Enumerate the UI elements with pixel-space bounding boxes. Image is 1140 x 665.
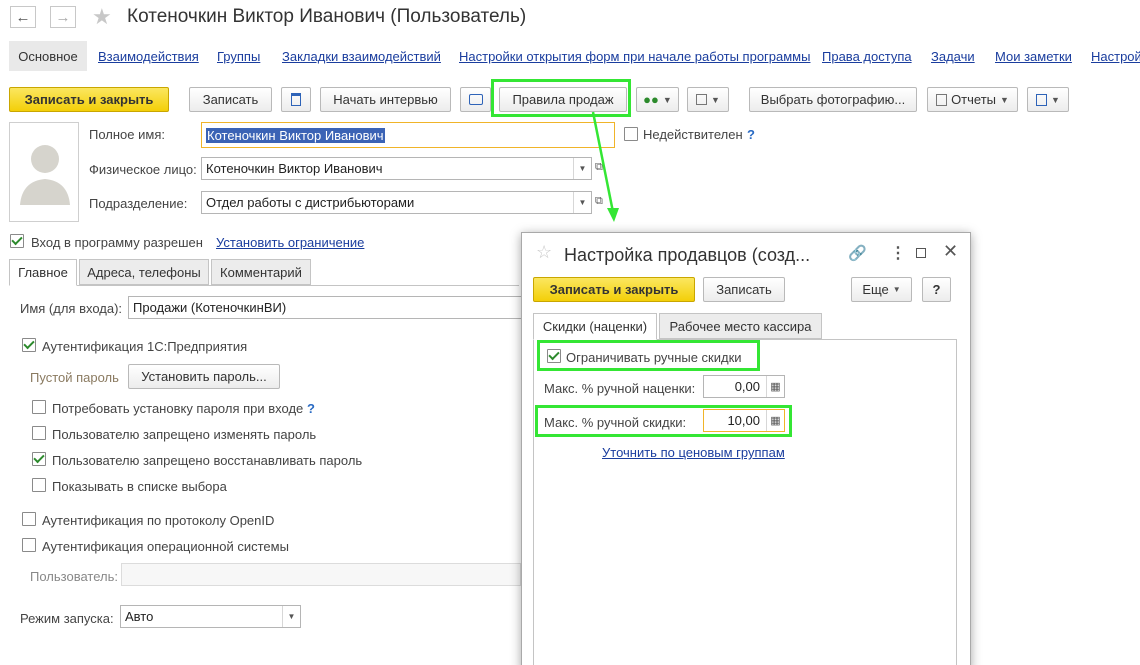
close-icon[interactable]: ✕	[943, 241, 958, 262]
empty-password-label: Пустой пароль	[30, 370, 119, 385]
os-user-label: Пользователь:	[30, 569, 118, 584]
require-password-checkbox[interactable]	[32, 400, 46, 414]
back-button[interactable]: ←	[10, 6, 36, 28]
comment-icon	[468, 94, 483, 105]
show-in-list-checkbox[interactable]	[32, 478, 46, 492]
department-label: Подразделение:	[89, 196, 188, 211]
inactive-label: Недействителен	[643, 127, 743, 142]
reports-icon	[936, 93, 948, 106]
avatar[interactable]	[9, 122, 79, 222]
sales-settings-dialog: ☆ Настройка продавцов (созд... 🔗 ⋮ ✕ Зап…	[521, 232, 971, 665]
chevron-down-icon: ▼	[1051, 94, 1060, 105]
price-groups-link[interactable]: Уточнить по ценовым группам	[602, 445, 785, 460]
connector-arrow	[591, 111, 619, 222]
calendar-icon	[696, 94, 708, 105]
tab-cashier-workplace[interactable]: Рабочее место кассира	[659, 313, 822, 339]
require-password-label: Потребовать установку пароля при входе	[52, 401, 304, 416]
person-label: Физическое лицо:	[89, 162, 197, 177]
users-dropdown-button[interactable]: ●● ▼	[636, 87, 679, 112]
os-user-input	[121, 563, 521, 586]
link-icon[interactable]: 🔗	[848, 244, 867, 262]
auth-os-checkbox[interactable]	[22, 538, 36, 552]
auth-openid-label: Аутентификация по протоколу OpenID	[42, 513, 275, 528]
full-name-input[interactable]: Котеночкин Виктор Иванович	[201, 122, 615, 148]
chevron-down-icon[interactable]: ▼	[282, 606, 300, 627]
reports-button[interactable]: Отчеты ▼	[927, 87, 1018, 112]
department-field[interactable]: Отдел работы с дистрибьюторами ▼	[201, 191, 592, 214]
full-name-label: Полное имя:	[89, 127, 165, 142]
calculator-icon[interactable]: ▦	[766, 376, 784, 397]
dialog-title: Настройка продавцов (созд...	[564, 245, 811, 265]
forbid-change-password-checkbox[interactable]	[32, 426, 46, 440]
set-password-button[interactable]: Установить пароль...	[128, 364, 280, 389]
arrow-left-icon: ←	[15, 8, 31, 26]
tab-bookmarks[interactable]: Закладки взаимодействий	[282, 49, 441, 64]
forbid-change-password-label: Пользователю запрещено изменять пароль	[52, 427, 317, 442]
launch-mode-select[interactable]: Авто ▼	[120, 605, 301, 628]
comment-button[interactable]	[460, 87, 491, 112]
list-icon	[291, 93, 301, 106]
auth-1c-checkbox[interactable]	[22, 338, 36, 352]
chevron-down-icon: ▼	[1000, 94, 1009, 105]
show-in-list-label: Показывать в списке выбора	[52, 479, 227, 494]
tab-startup-forms[interactable]: Настройки открытия форм при начале работ…	[459, 49, 810, 64]
choose-photo-button[interactable]: Выбрать фотографию...	[749, 87, 917, 112]
dialog-more-button[interactable]: Еще ▼	[851, 277, 912, 302]
chevron-down-icon: ▼	[892, 285, 901, 294]
limit-discounts-highlight	[537, 340, 760, 371]
arrow-right-icon: →	[55, 8, 71, 26]
chevron-down-icon: ▼	[662, 94, 672, 105]
schedule-dropdown-button[interactable]: ▼	[687, 87, 729, 112]
save-button[interactable]: Записать	[189, 87, 272, 112]
dialog-help-button[interactable]: ?	[922, 277, 951, 302]
login-name-input[interactable]: Продажи (КотеночкинВИ)	[128, 296, 528, 319]
star-icon[interactable]: ★	[92, 4, 112, 30]
login-allowed-checkbox[interactable]	[10, 234, 24, 248]
help-icon[interactable]: ?	[307, 401, 315, 416]
star-icon[interactable]: ☆	[536, 242, 552, 263]
forbid-restore-password-label: Пользователю запрещено восстанавливать п…	[52, 453, 363, 468]
tab-settings[interactable]: Настрой	[1091, 49, 1140, 64]
forward-button[interactable]: →	[50, 6, 76, 28]
dialog-save-close-button[interactable]: Записать и закрыть	[533, 277, 695, 302]
help-icon[interactable]: ?	[747, 127, 755, 142]
maximize-icon[interactable]	[916, 248, 926, 258]
tab-general[interactable]: Главное	[9, 259, 77, 286]
tab-notes[interactable]: Мои заметки	[995, 49, 1072, 64]
tab-main[interactable]: Основное	[9, 41, 87, 71]
auth-1c-label: Аутентификация 1С:Предприятия	[42, 339, 248, 354]
save-close-button[interactable]: Записать и закрыть	[9, 87, 169, 112]
dialog-save-button[interactable]: Записать	[703, 277, 785, 302]
inner-tabs-line	[9, 285, 519, 286]
tab-addresses[interactable]: Адреса, телефоны	[79, 259, 209, 285]
export-icon	[1036, 93, 1048, 106]
tab-comment[interactable]: Комментарий	[211, 259, 311, 285]
user-silhouette-icon	[20, 145, 70, 205]
auth-os-label: Аутентификация операционной системы	[42, 539, 289, 554]
tab-access-rights[interactable]: Права доступа	[822, 49, 912, 64]
chevron-down-icon: ▼	[711, 94, 720, 105]
max-discount-highlight	[535, 405, 792, 437]
person-field[interactable]: Котеночкин Виктор Иванович ▼	[201, 157, 592, 180]
auth-openid-checkbox[interactable]	[22, 512, 36, 526]
more-menu-icon[interactable]: ⋮	[890, 243, 906, 263]
inactive-checkbox[interactable]	[624, 127, 638, 141]
tab-tasks[interactable]: Задачи	[931, 49, 975, 64]
set-restriction-link[interactable]: Установить ограничение	[216, 235, 364, 250]
tab-groups[interactable]: Группы	[217, 49, 260, 64]
login-allowed-label: Вход в программу разрешен	[31, 235, 203, 250]
max-markup-input[interactable]: 0,00 ▦	[703, 375, 785, 398]
page-title: Котеночкин Виктор Иванович (Пользователь…	[127, 6, 527, 27]
max-markup-label: Макс. % ручной наценки:	[544, 381, 696, 396]
export-dropdown-button[interactable]: ▼	[1027, 87, 1069, 112]
users-icon: ●●	[643, 92, 659, 107]
login-name-label: Имя (для входа):	[20, 301, 123, 316]
start-interview-button[interactable]: Начать интервью	[320, 87, 451, 112]
tab-discounts[interactable]: Скидки (наценки)	[533, 313, 657, 340]
document-list-button[interactable]	[281, 87, 311, 112]
forbid-restore-password-checkbox[interactable]	[32, 452, 46, 466]
tab-interactions[interactable]: Взаимодействия	[98, 49, 199, 64]
launch-mode-label: Режим запуска:	[20, 611, 114, 626]
